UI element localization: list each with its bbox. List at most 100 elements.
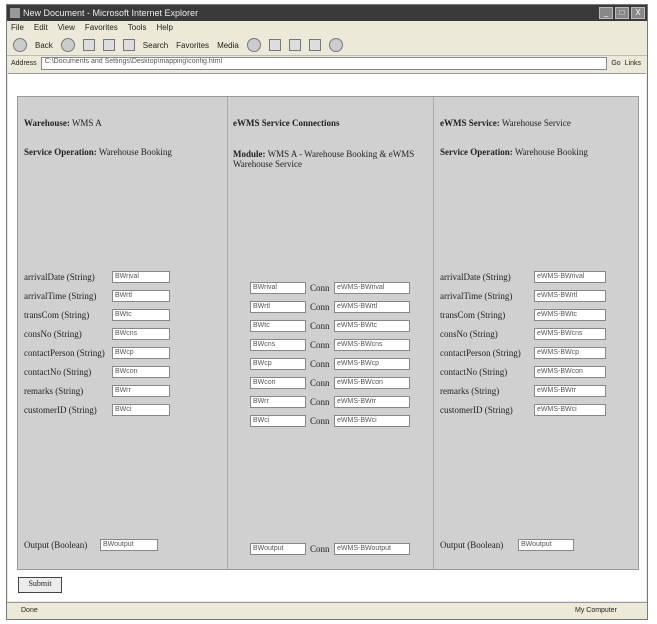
field-label: transCom (String) — [440, 310, 506, 320]
field-input[interactable]: BWcns — [112, 328, 170, 340]
field-label: contactPerson (String) — [24, 348, 105, 358]
field-input[interactable]: eWMS-BWrr — [534, 385, 606, 397]
field-input[interactable]: eWMS-BWrival — [534, 271, 606, 283]
connection-source[interactable]: BWrtl — [250, 301, 306, 313]
menu-file[interactable]: File — [11, 22, 24, 34]
page-content: Warehouse: WMS A Service Operation: Ware… — [8, 73, 646, 601]
stop-icon[interactable] — [82, 39, 95, 51]
service-operation-value: Warehouse Booking — [98, 147, 172, 157]
output-connection-source[interactable]: BWoutput — [250, 543, 306, 555]
maximize-button[interactable]: □ — [615, 7, 629, 19]
field-input[interactable]: eWMS-BWcon — [534, 366, 606, 378]
field-label: transCom (String) — [24, 310, 90, 320]
minimize-button[interactable]: _ — [599, 7, 613, 19]
field-label: arrivalTime (String) — [440, 291, 513, 301]
ewms-service-column: eWMS Service: Warehouse Service Service … — [434, 97, 639, 569]
history-icon[interactable] — [246, 38, 261, 52]
connection-source[interactable]: BWtc — [250, 320, 306, 332]
status-text: Done — [21, 607, 38, 614]
connection-target[interactable]: eWMS-BWrr — [334, 396, 410, 408]
address-bar: Address C:\Documents and Settings\Deskto… — [7, 56, 647, 70]
output-input[interactable]: BWoutput — [518, 539, 574, 551]
connection-target[interactable]: eWMS-BWtc — [334, 320, 410, 332]
field-label: consNo (String) — [440, 329, 498, 339]
connection-label: Conn — [310, 397, 330, 407]
ewms-service-value: Warehouse Service — [501, 118, 571, 128]
search-button[interactable]: Search — [143, 41, 168, 50]
print-icon[interactable] — [288, 39, 301, 51]
field-input[interactable]: BWcp — [112, 347, 170, 359]
favorites-button[interactable]: Favorites — [176, 41, 209, 50]
connection-source[interactable]: BWrr — [250, 396, 306, 408]
output-label: Output (Boolean) — [440, 540, 504, 550]
forward-icon[interactable] — [60, 38, 75, 52]
module-label: Module: — [233, 149, 266, 159]
field-input[interactable]: BWtc — [112, 309, 170, 321]
field-input[interactable]: eWMS-BWtc — [534, 309, 606, 321]
connection-source[interactable]: BWci — [250, 415, 306, 427]
warehouse-header: Warehouse: WMS A — [24, 118, 102, 128]
connections-title: eWMS Service Connections — [233, 118, 340, 128]
refresh-icon[interactable] — [102, 39, 115, 51]
field-input[interactable]: eWMS-BWci — [534, 404, 606, 416]
connection-target[interactable]: eWMS-BWrtl — [334, 301, 410, 313]
field-label: customerID (String) — [440, 405, 513, 415]
mail-icon[interactable] — [268, 39, 281, 51]
menu-edit[interactable]: Edit — [34, 22, 48, 34]
links-button[interactable]: Links — [625, 60, 641, 67]
window-title: New Document - Microsoft Internet Explor… — [23, 8, 199, 18]
field-label: customerID (String) — [24, 405, 97, 415]
field-input[interactable]: eWMS-BWcns — [534, 328, 606, 340]
connection-source[interactable]: BWcon — [250, 377, 306, 389]
menu-help[interactable]: Help — [156, 22, 172, 34]
warehouse-label: Warehouse: — [24, 118, 70, 128]
field-label: contactNo (String) — [440, 367, 508, 377]
submit-button[interactable]: Submit — [18, 577, 62, 593]
field-input[interactable]: eWMS-BWcp — [534, 347, 606, 359]
ie-icon — [10, 8, 20, 18]
connection-source[interactable]: BWcns — [250, 339, 306, 351]
connection-label: Conn — [310, 340, 330, 350]
connection-label: Conn — [310, 321, 330, 331]
output-input[interactable]: BWoutput — [100, 539, 158, 551]
go-button[interactable]: Go — [611, 60, 620, 67]
ewms-service-label: eWMS Service: — [440, 118, 500, 128]
connection-target[interactable]: eWMS-BWcp — [334, 358, 410, 370]
media-button[interactable]: Media — [217, 41, 239, 50]
security-zone: My Computer — [574, 607, 617, 614]
connection-target[interactable]: eWMS-BWci — [334, 415, 410, 427]
field-input[interactable]: BWrival — [112, 271, 170, 283]
messenger-icon[interactable] — [328, 38, 343, 52]
address-input[interactable]: C:\Documents and Settings\Desktop\mappin… — [40, 56, 608, 70]
edit-icon[interactable] — [308, 39, 321, 51]
output-connection-target[interactable]: eWMS-BWoutput — [334, 543, 410, 555]
home-icon[interactable] — [122, 39, 135, 51]
menu-tools[interactable]: Tools — [128, 22, 147, 34]
connection-label: Conn — [310, 283, 330, 293]
connection-source[interactable]: BWcp — [250, 358, 306, 370]
connection-target[interactable]: eWMS-BWrival — [334, 282, 410, 294]
field-input[interactable]: BWcon — [112, 366, 170, 378]
menu-view[interactable]: View — [58, 22, 75, 34]
connection-source[interactable]: BWrival — [250, 282, 306, 294]
service-operation-label: Service Operation: — [24, 147, 97, 157]
back-icon[interactable] — [13, 38, 27, 52]
service-operation: Service Operation: Warehouse Booking — [440, 147, 588, 157]
toolbar: Back Search Favorites Media — [7, 35, 647, 56]
field-input[interactable]: BWci — [112, 404, 170, 416]
service-operation-label: Service Operation: — [440, 147, 513, 157]
close-button[interactable]: X — [631, 7, 645, 19]
connection-target[interactable]: eWMS-BWcns — [334, 339, 410, 351]
field-label: remarks (String) — [24, 386, 84, 396]
field-label: remarks (String) — [440, 386, 500, 396]
field-input[interactable]: eWMS-BWrtl — [534, 290, 606, 302]
field-input[interactable]: BWrtl — [112, 290, 170, 302]
field-label: contactPerson (String) — [440, 348, 521, 358]
field-input[interactable]: BWrr — [112, 385, 170, 397]
connection-label: Conn — [310, 416, 330, 426]
field-label: arrivalDate (String) — [24, 272, 95, 282]
back-label[interactable]: Back — [35, 41, 53, 50]
connection-target[interactable]: eWMS-BWcon — [334, 377, 410, 389]
menu-favorites[interactable]: Favorites — [85, 22, 118, 34]
field-label: arrivalTime (String) — [24, 291, 97, 301]
